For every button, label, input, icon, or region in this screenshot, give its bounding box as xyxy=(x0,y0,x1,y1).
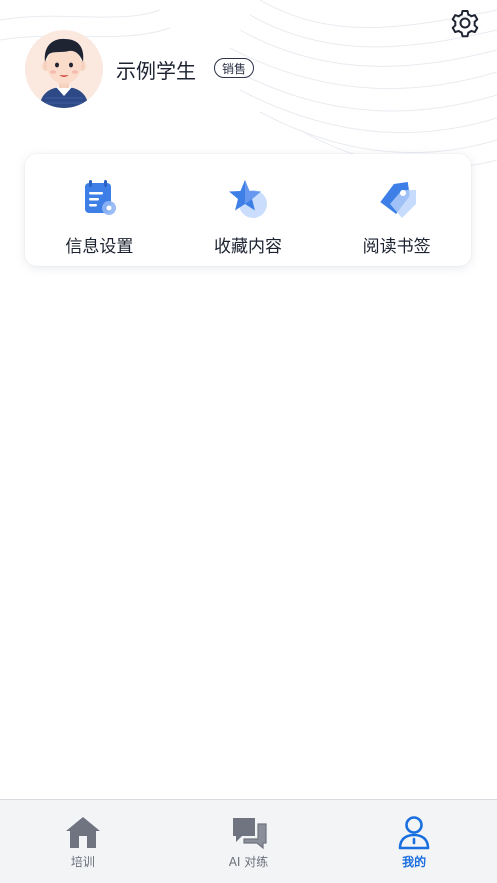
menu-label-bookmarks: 阅读书签 xyxy=(362,237,431,257)
quick-menu-card: 信息设置 收藏内容 阅读书签 xyxy=(25,154,471,266)
tab-mine[interactable]: 我的 xyxy=(331,800,497,883)
menu-item-info-settings[interactable]: 信息设置 xyxy=(25,154,174,266)
menu-item-bookmarks[interactable]: 阅读书签 xyxy=(322,154,471,266)
info-settings-icon xyxy=(85,180,117,215)
tab-label-mine: 我的 xyxy=(402,855,427,869)
tab-ai-practice[interactable]: AI 对练 xyxy=(166,800,332,883)
settings-button[interactable] xyxy=(447,5,483,41)
star-icon xyxy=(229,180,267,218)
avatar[interactable] xyxy=(25,30,103,108)
tab-training[interactable]: 培训 xyxy=(0,800,166,883)
role-badge: 销售 xyxy=(214,58,255,78)
chat-icon xyxy=(232,818,267,850)
bookmark-tag-icon xyxy=(379,182,416,218)
bottom-tab-bar: 培训 AI 对练 我的 xyxy=(0,799,497,883)
tab-label-training: 培训 xyxy=(70,855,95,869)
profile-name: 示例学生 xyxy=(116,59,196,83)
student-avatar xyxy=(39,38,89,108)
menu-item-favorites[interactable]: 收藏内容 xyxy=(174,154,323,266)
menu-label-info-settings: 信息设置 xyxy=(65,237,134,257)
user-icon xyxy=(398,816,430,850)
tab-label-ai-practice: AI 对练 xyxy=(228,855,269,869)
home-icon xyxy=(65,817,100,848)
gear-icon xyxy=(451,10,479,38)
menu-label-favorites: 收藏内容 xyxy=(214,237,282,257)
